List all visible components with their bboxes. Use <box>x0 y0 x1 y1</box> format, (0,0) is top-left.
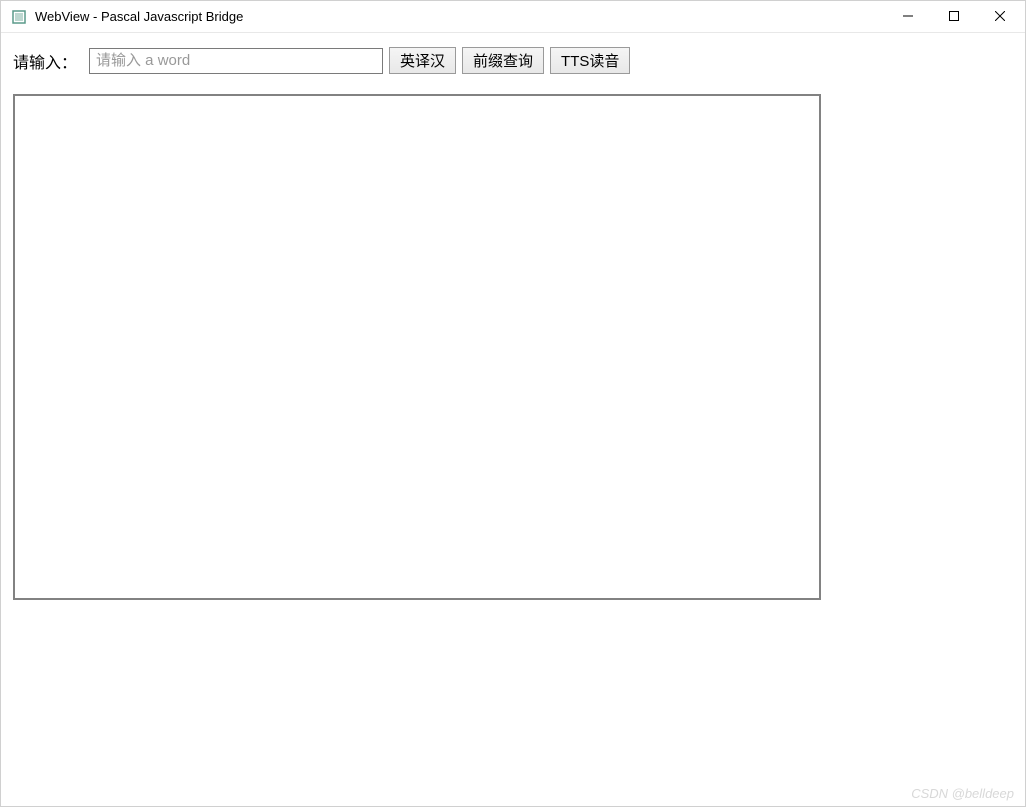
app-window: WebView - Pascal Javascript Bridge <box>0 0 1026 807</box>
input-label: 请输入： <box>13 49 77 73</box>
maximize-button[interactable] <box>931 1 977 31</box>
titlebar: WebView - Pascal Javascript Bridge <box>1 1 1025 33</box>
close-button[interactable] <box>977 1 1023 31</box>
input-row: 请输入： 英译汉 前缀查询 TTS读音 <box>13 47 1013 74</box>
close-icon <box>995 11 1005 21</box>
app-icon <box>11 9 27 25</box>
result-box <box>13 94 821 600</box>
word-input[interactable] <box>89 48 383 74</box>
minimize-button[interactable] <box>885 1 931 31</box>
window-controls <box>885 1 1023 32</box>
tts-button[interactable]: TTS读音 <box>550 47 630 74</box>
minimize-icon <box>903 11 913 21</box>
prefix-query-button[interactable]: 前缀查询 <box>462 47 544 74</box>
maximize-icon <box>949 11 959 21</box>
translate-button[interactable]: 英译汉 <box>389 47 456 74</box>
content-area: 请输入： 英译汉 前缀查询 TTS读音 <box>1 33 1025 806</box>
watermark: CSDN @belldeep <box>911 786 1014 801</box>
window-title: WebView - Pascal Javascript Bridge <box>35 9 885 24</box>
